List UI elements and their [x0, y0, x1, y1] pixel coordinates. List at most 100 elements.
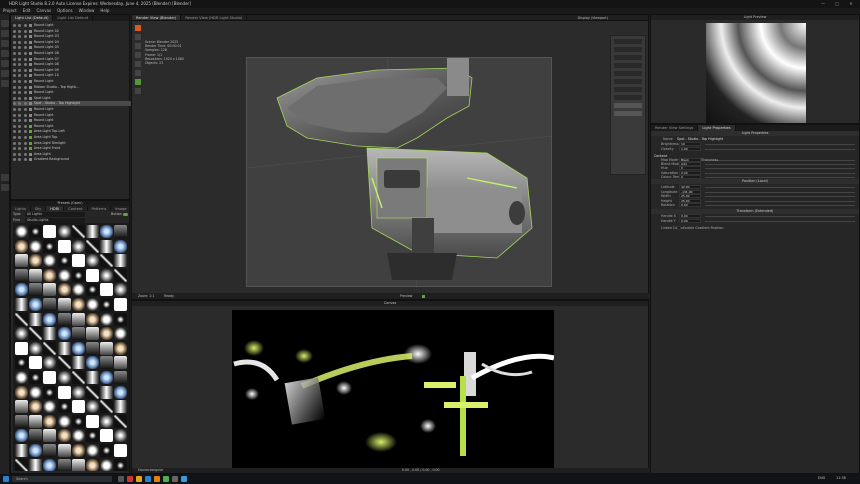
visibility-icon[interactable] [13, 24, 16, 27]
preset-thumbnail[interactable] [29, 283, 43, 297]
visibility-icon[interactable] [13, 46, 16, 50]
light-list-item[interactable]: Round Light 08 [13, 62, 137, 67]
property-value-field[interactable]: 0.00 [679, 219, 701, 223]
preset-thumbnail[interactable] [29, 254, 43, 268]
visibility-icon[interactable] [23, 119, 27, 123]
preset-thumbnail[interactable] [71, 429, 85, 443]
tool-icon[interactable] [135, 70, 141, 76]
preset-thumbnail[interactable] [114, 458, 128, 471]
visibility-icon[interactable] [13, 52, 16, 55]
preset-thumbnail[interactable] [71, 458, 85, 471]
visibility-icon[interactable] [23, 158, 27, 162]
light-list-item[interactable]: Area Light Top-Left [13, 129, 137, 134]
light-list-item[interactable]: Round Light 06 [13, 51, 137, 56]
light-paint-icon[interactable] [135, 79, 141, 85]
property-value-field[interactable]: 42.90 [679, 185, 701, 189]
preset-thumbnail[interactable] [71, 341, 85, 355]
light-list-item[interactable]: Round Light [13, 79, 137, 84]
preset-thumbnail[interactable] [57, 268, 71, 282]
light-list-item[interactable]: Round Light [13, 107, 137, 112]
visibility-icon[interactable] [23, 24, 27, 27]
preset-thumbnail[interactable] [43, 283, 57, 297]
light-list-item[interactable]: Round Light 02 [13, 29, 137, 34]
visibility-icon[interactable] [23, 152, 27, 156]
tab-render-view-blender[interactable]: Render View (Blender) [132, 15, 182, 20]
property-slider[interactable] [705, 216, 855, 217]
visibility-icon[interactable] [18, 57, 22, 61]
preset-thumbnail[interactable] [29, 327, 43, 341]
visibility-icon[interactable] [23, 124, 27, 128]
tool-icon[interactable] [1, 80, 9, 87]
tool-icon[interactable] [1, 174, 9, 181]
preset-thumbnail[interactable] [43, 298, 57, 311]
preset-thumbnail[interactable] [71, 327, 85, 341]
preset-thumbnail[interactable] [15, 458, 28, 471]
find-input[interactable]: Studio Lights [25, 217, 85, 223]
preset-thumbnail[interactable] [15, 298, 28, 311]
side-field[interactable] [614, 79, 642, 84]
preset-thumbnail[interactable] [100, 225, 114, 238]
side-field[interactable] [614, 55, 642, 60]
visibility-icon[interactable] [18, 119, 22, 123]
preset-thumbnail[interactable] [57, 429, 71, 443]
preset-thumbnail[interactable] [114, 283, 128, 297]
preset-thumbnail[interactable] [29, 341, 43, 355]
visibility-icon[interactable] [23, 85, 27, 89]
preset-thumbnail[interactable] [15, 341, 28, 355]
preset-thumbnail[interactable] [86, 429, 99, 443]
light-list-item[interactable]: Round Light [13, 118, 137, 123]
visibility-icon[interactable] [18, 158, 22, 162]
visibility-icon[interactable] [23, 141, 27, 145]
property-slider[interactable] [705, 191, 855, 193]
visibility-icon[interactable] [13, 68, 16, 72]
preset-thumbnail[interactable] [43, 254, 57, 268]
tool-icon[interactable] [1, 50, 9, 57]
name-field[interactable]: Spot - Studio - Top Highlight [677, 137, 723, 141]
visibility-icon[interactable] [13, 108, 16, 111]
preset-thumbnail[interactable] [100, 444, 114, 457]
visibility-icon[interactable] [13, 74, 16, 78]
light-list-item[interactable]: Round Light 05 [13, 45, 137, 50]
preset-thumbnail[interactable] [29, 371, 43, 384]
tool-icon[interactable] [1, 60, 9, 67]
tab-light-list[interactable]: Light List (Default) [11, 15, 54, 21]
preset-thumbnail[interactable] [100, 254, 114, 268]
preset-thumbnail[interactable] [114, 400, 128, 414]
property-value-field[interactable]: 0.00 [679, 203, 701, 208]
preset-thumbnail[interactable] [100, 298, 114, 311]
preset-thumbnail[interactable] [57, 283, 71, 297]
preset-thumbnail[interactable] [29, 298, 43, 311]
visibility-icon[interactable] [18, 96, 22, 100]
preset-thumbnail[interactable] [114, 444, 128, 457]
preset-thumbnail[interactable] [100, 327, 114, 341]
preset-thumbnail[interactable] [57, 414, 71, 428]
render-frame[interactable] [246, 57, 554, 289]
visibility-icon[interactable] [23, 96, 27, 100]
preset-thumbnail[interactable] [71, 283, 85, 297]
light-list-item[interactable]: Area Light Rimlight [13, 141, 137, 146]
visibility-icon[interactable] [23, 29, 27, 33]
app-icon[interactable] [163, 476, 169, 482]
preset-thumbnail[interactable] [71, 385, 85, 399]
visibility-icon[interactable] [13, 102, 16, 106]
app-icon[interactable] [127, 476, 133, 482]
preset-thumbnail[interactable] [100, 385, 114, 399]
preset-thumbnail[interactable] [71, 225, 85, 238]
preset-thumbnail[interactable] [43, 414, 57, 428]
start-icon[interactable] [3, 476, 9, 482]
language-indicator[interactable]: ENG [818, 476, 825, 480]
preset-thumbnail[interactable] [43, 385, 57, 399]
preset-thumbnail[interactable] [43, 341, 57, 355]
preset-thumbnail[interactable] [29, 312, 43, 326]
visibility-icon[interactable] [18, 102, 22, 106]
preset-thumbnail[interactable] [86, 458, 99, 471]
preset-thumbnail[interactable] [71, 356, 85, 370]
tab-render-view-hdrls[interactable]: Render View (HDR Light Studio) [181, 15, 248, 20]
preset-thumbnail[interactable] [57, 341, 71, 355]
taskbar-search-input[interactable]: Search [12, 476, 112, 482]
visibility-icon[interactable] [18, 147, 22, 151]
preset-thumbnail[interactable] [29, 268, 43, 282]
visibility-icon[interactable] [13, 40, 16, 44]
preset-thumbnail[interactable] [57, 385, 71, 399]
preset-thumbnail[interactable] [86, 225, 99, 238]
